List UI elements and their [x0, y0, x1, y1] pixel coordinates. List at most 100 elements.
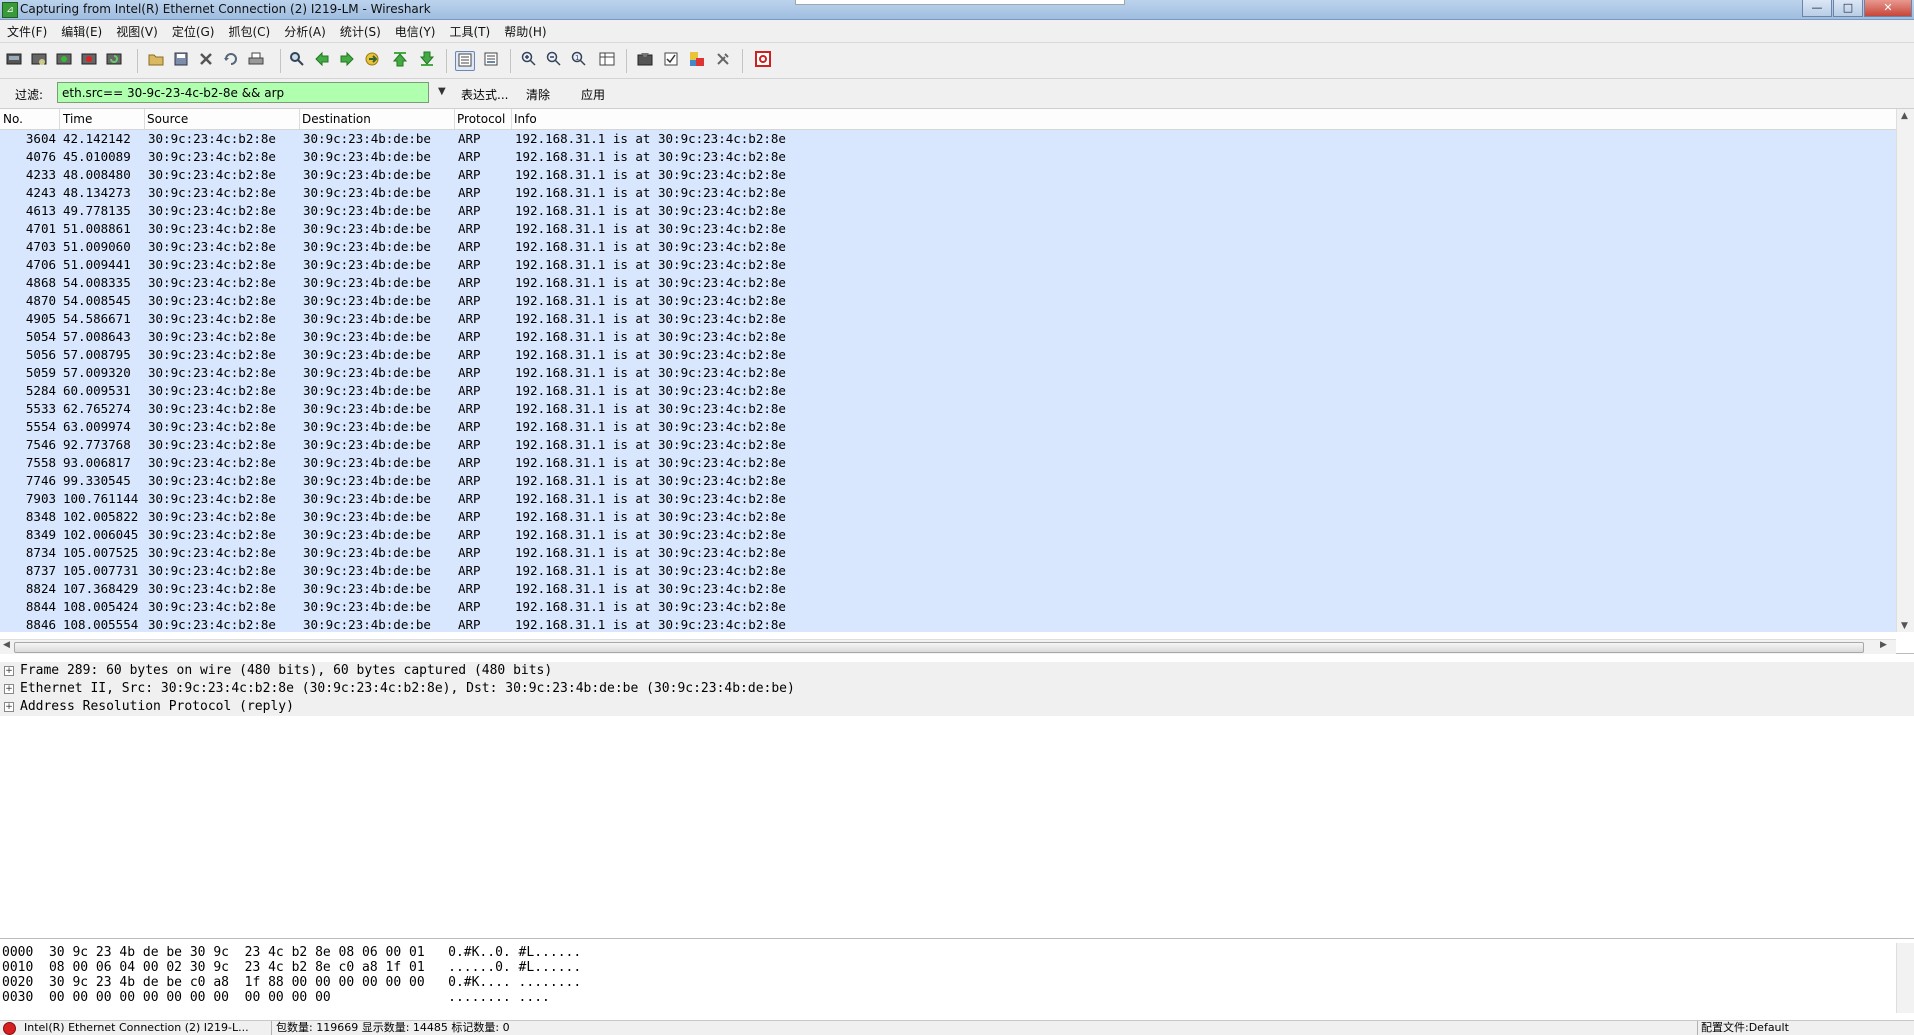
display-filters-icon[interactable] [662, 51, 680, 69]
packet-row[interactable]: 8348 102.005822 30:9c:23:4c:b2:8e 30:9c:23:… [0, 508, 1896, 526]
expression-button[interactable]: 表达式... [461, 86, 508, 103]
horizontal-scroll-thumb[interactable] [14, 642, 1864, 653]
packet-list-vertical-scrollbar[interactable]: ▲ ▼ [1896, 109, 1914, 632]
maximize-button[interactable]: □ [1833, 0, 1863, 17]
packet-row[interactable]: 7746 99.330545 30:9c:23:4c:b2:8e 30:9c:23:4… [0, 472, 1896, 490]
apply-button[interactable]: 应用 [581, 86, 605, 103]
expand-icon[interactable]: + [4, 684, 14, 694]
packet-row[interactable]: 4905 54.586671 30:9c:23:4c:b2:8e 30:9c:23:4… [0, 310, 1896, 328]
packet-row[interactable]: 8349 102.006045 30:9c:23:4c:b2:8e 30:9c:23:… [0, 526, 1896, 544]
packet-row[interactable]: 4868 54.008335 30:9c:23:4c:b2:8e 30:9c:23:4… [0, 274, 1896, 292]
packet-row[interactable]: 5056 57.008795 30:9c:23:4c:b2:8e 30:9c:23:4… [0, 346, 1896, 364]
packet-row[interactable]: 8734 105.007525 30:9c:23:4c:b2:8e 30:9c:23:… [0, 544, 1896, 562]
capture-status-icon[interactable] [3, 1022, 16, 1035]
display-filter-input[interactable]: eth.src== 30-9c-23-4c-b2-8e && arp [57, 82, 429, 103]
packet-row[interactable]: 8737 105.007731 30:9c:23:4c:b2:8e 30:9c:23:… [0, 562, 1896, 580]
packet-row[interactable]: 8846 108.005554 30:9c:23:4c:b2:8e 30:9c:23:… [0, 616, 1896, 632]
autoscroll-icon[interactable] [455, 51, 475, 71]
menu-capture[interactable]: 抓包(C) [221, 23, 277, 40]
find-icon[interactable] [288, 51, 306, 69]
capture-filters-icon[interactable] [636, 51, 654, 69]
goto-icon[interactable] [363, 51, 381, 69]
packet-row[interactable]: 8824 107.368429 30:9c:23:4c:b2:8e 30:9c:23:… [0, 580, 1896, 598]
start-icon[interactable] [55, 51, 73, 69]
hex-line[interactable]: 0010 08 00 06 04 00 02 30 9c 23 4c b2 8e… [2, 960, 581, 975]
menu-analyze[interactable]: 分析(A) [277, 23, 333, 40]
zoom-normal-icon[interactable]: 1 [570, 51, 588, 69]
packet-row[interactable]: 8844 108.005424 30:9c:23:4c:b2:8e 30:9c:23:… [0, 598, 1896, 616]
packet-row[interactable]: 7558 93.006817 30:9c:23:4c:b2:8e 30:9c:23:4… [0, 454, 1896, 472]
scroll-right-arrow-icon[interactable]: ▶ [1880, 640, 1887, 650]
colorize-icon[interactable] [482, 51, 500, 69]
detail-row-frame[interactable]: + Frame 289: 60 bytes on wire (480 bits)… [0, 662, 1914, 680]
detail-row-arp[interactable]: + Address Resolution Protocol (reply) [0, 698, 1914, 716]
status-profile[interactable]: 配置文件:Default [1701, 1021, 1789, 1035]
packet-row[interactable]: 5054 57.008643 30:9c:23:4c:b2:8e 30:9c:23:4… [0, 328, 1896, 346]
column-divider[interactable] [299, 109, 300, 129]
menu-tools[interactable]: 工具(T) [443, 23, 498, 40]
menu-view[interactable]: 视图(V) [109, 23, 165, 40]
preferences-icon[interactable] [714, 51, 732, 69]
column-divider[interactable] [59, 109, 60, 129]
column-header-source[interactable]: Source [147, 112, 188, 126]
zoom-out-icon[interactable] [545, 51, 563, 69]
column-header-no[interactable]: No. [3, 112, 23, 126]
bytes-vertical-scrollbar[interactable] [1896, 943, 1914, 1013]
packet-row[interactable]: 4706 51.009441 30:9c:23:4c:b2:8e 30:9c:23:4… [0, 256, 1896, 274]
menu-telephony[interactable]: 电信(Y) [388, 23, 443, 40]
packet-row[interactable]: 7546 92.773768 30:9c:23:4c:b2:8e 30:9c:23:4… [0, 436, 1896, 454]
packet-list-horizontal-scrollbar[interactable]: ◀ ▶ [0, 639, 1896, 654]
packet-row[interactable]: 4243 48.134273 30:9c:23:4c:b2:8e 30:9c:23:4… [0, 184, 1896, 202]
help-icon[interactable] [754, 51, 772, 69]
options-icon[interactable] [30, 51, 48, 69]
interfaces-icon[interactable] [5, 51, 23, 69]
menu-file[interactable]: 文件(F) [0, 23, 54, 40]
scroll-down-arrow-icon[interactable]: ▼ [1901, 621, 1908, 631]
restart-icon[interactable] [105, 51, 123, 69]
resize-columns-icon[interactable] [598, 51, 616, 69]
packet-row[interactable]: 4233 48.008480 30:9c:23:4c:b2:8e 30:9c:23:4… [0, 166, 1896, 184]
menu-help[interactable]: 帮助(H) [497, 23, 553, 40]
open-icon[interactable] [147, 51, 165, 69]
column-divider[interactable] [511, 109, 512, 129]
packet-row[interactable]: 4701 51.008861 30:9c:23:4c:b2:8e 30:9c:23:4… [0, 220, 1896, 238]
detail-row-ethernet[interactable]: + Ethernet II, Src: 30:9c:23:4c:b2:8e (3… [0, 680, 1914, 698]
clear-button[interactable]: 清除 [526, 86, 550, 103]
scroll-up-arrow-icon[interactable]: ▲ [1901, 111, 1908, 121]
hex-line[interactable]: 0030 00 00 00 00 00 00 00 00 00 00 00 00… [2, 990, 550, 1005]
stop-icon[interactable] [80, 51, 98, 69]
packet-row[interactable]: 4703 51.009060 30:9c:23:4c:b2:8e 30:9c:23:4… [0, 238, 1896, 256]
close-file-icon[interactable] [197, 51, 215, 69]
close-button[interactable]: ✕ [1864, 0, 1912, 17]
save-icon[interactable] [172, 51, 190, 69]
column-divider[interactable] [454, 109, 455, 129]
reload-icon[interactable] [222, 51, 240, 69]
expand-icon[interactable]: + [4, 702, 14, 712]
packet-row[interactable]: 3604 42.142142 30:9c:23:4c:b2:8e 30:9c:23:4… [0, 130, 1896, 148]
menu-go[interactable]: 定位(G) [165, 23, 222, 40]
packet-row[interactable]: 4870 54.008545 30:9c:23:4c:b2:8e 30:9c:23:4… [0, 292, 1896, 310]
hex-line[interactable]: 0000 30 9c 23 4b de be 30 9c 23 4c b2 8e… [2, 945, 581, 960]
menu-statistics[interactable]: 统计(S) [333, 23, 388, 40]
column-header-time[interactable]: Time [63, 112, 92, 126]
filter-dropdown-arrow-icon[interactable]: ▼ [438, 86, 446, 97]
column-header-info[interactable]: Info [514, 112, 537, 126]
column-header-destination[interactable]: Destination [302, 112, 371, 126]
hex-line[interactable]: 0020 30 9c 23 4b de be c0 a8 1f 88 00 00… [2, 975, 581, 990]
packet-row[interactable]: 7903 100.761144 30:9c:23:4c:b2:8e 30:9c:23:… [0, 490, 1896, 508]
scroll-left-arrow-icon[interactable]: ◀ [3, 640, 10, 650]
menu-edit[interactable]: 编辑(E) [54, 23, 109, 40]
packet-row[interactable]: 4613 49.778135 30:9c:23:4c:b2:8e 30:9c:23:4… [0, 202, 1896, 220]
column-header-protocol[interactable]: Protocol [457, 112, 505, 126]
first-icon[interactable] [391, 51, 409, 69]
print-icon[interactable] [247, 51, 265, 69]
zoom-in-icon[interactable] [520, 51, 538, 69]
last-icon[interactable] [418, 51, 436, 69]
forward-icon[interactable] [338, 51, 356, 69]
column-divider[interactable] [144, 109, 145, 129]
minimize-button[interactable]: — [1802, 0, 1832, 17]
packet-row[interactable]: 5284 60.009531 30:9c:23:4c:b2:8e 30:9c:23:4… [0, 382, 1896, 400]
packet-row[interactable]: 4076 45.010089 30:9c:23:4c:b2:8e 30:9c:23:4… [0, 148, 1896, 166]
coloring-rules-icon[interactable] [688, 51, 706, 69]
packet-row[interactable]: 5059 57.009320 30:9c:23:4c:b2:8e 30:9c:23:4… [0, 364, 1896, 382]
